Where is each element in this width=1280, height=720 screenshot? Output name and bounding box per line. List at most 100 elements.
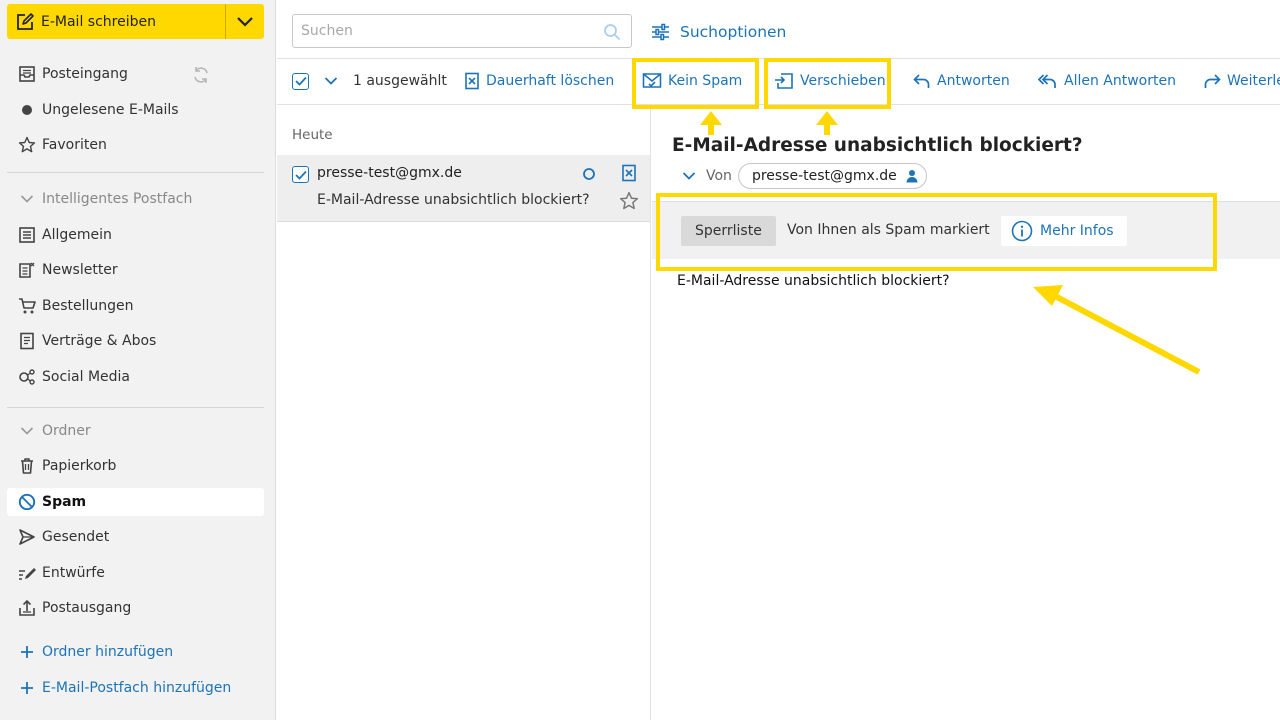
compose-button[interactable]: E-Mail schreiben: [7, 4, 225, 39]
mark-unread-icon[interactable]: [582, 167, 596, 181]
sidebar-item-label: Posteingang: [42, 66, 128, 82]
selected-count: 1 ausgewählt: [353, 73, 447, 89]
checkmark-icon: [294, 76, 307, 86]
delete-permanently-button[interactable]: Dauerhaft löschen: [464, 69, 614, 93]
chevron-down-icon: [324, 77, 338, 85]
message-sender: presse-test@gmx.de: [317, 165, 462, 181]
forward-button[interactable]: Weiterleiten: [1203, 69, 1280, 93]
section-toggle-ordner[interactable]: Ordner: [7, 417, 264, 445]
search-input[interactable]: [301, 21, 591, 41]
send-icon: [17, 527, 37, 547]
sender-row: Von presse-test@gmx.de: [682, 163, 927, 189]
sender-chip[interactable]: presse-test@gmx.de: [737, 163, 927, 189]
sidebar-item-label: Papierkorb: [42, 458, 117, 474]
list-group-heading: Heute: [292, 127, 333, 143]
sidebar: E-Mail schreiben Posteingang Ungelesene …: [0, 0, 276, 720]
refresh-icon[interactable]: [190, 64, 212, 86]
sidebar-item-ungelesen[interactable]: Ungelesene E-Mails: [7, 96, 264, 124]
sidebar-item-label: Entwürfe: [42, 565, 105, 581]
reply-all-label: Allen Antworten: [1064, 73, 1176, 89]
sidebar-divider: [7, 172, 264, 173]
chevron-down-icon: [17, 189, 37, 209]
add-mailbox-link[interactable]: E-Mail-Postfach hinzufügen: [7, 674, 264, 702]
message-body: E-Mail-Adresse unabsichtlich blockiert?: [677, 273, 950, 289]
contract-icon: [17, 331, 37, 351]
plus-icon: [17, 678, 37, 698]
sidebar-divider: [7, 407, 264, 408]
cart-icon: [17, 296, 37, 316]
person-icon: [906, 169, 918, 183]
newsletter-icon: [17, 260, 37, 280]
search-box: [292, 14, 632, 48]
add-folder-link[interactable]: Ordner hinzufügen: [7, 638, 264, 666]
sidebar-item-label: Gesendet: [42, 529, 110, 545]
add-folder-label: Ordner hinzufügen: [42, 644, 174, 660]
search-options-button[interactable]: Suchoptionen: [651, 20, 786, 44]
highlight-move: [764, 58, 891, 109]
sidebar-item-posteingang[interactable]: Posteingang: [7, 60, 264, 88]
draft-pen-icon: [17, 563, 37, 583]
message-checkbox[interactable]: [292, 166, 309, 183]
compose-icon: [15, 12, 35, 32]
list-item[interactable]: presse-test@gmx.de E-Mail-Adresse unabsi…: [277, 155, 650, 222]
chevron-down-icon: [237, 16, 253, 27]
chevron-down-icon: [682, 172, 696, 180]
reply-all-icon: [1038, 73, 1058, 89]
sidebar-item-spam[interactable]: Spam: [7, 488, 264, 516]
forward-label: Weiterleiten: [1227, 73, 1280, 89]
sidebar-item-newsletter[interactable]: Newsletter: [7, 256, 264, 284]
sidebar-item-label: Verträge & Abos: [42, 333, 157, 349]
section-label: Intelligentes Postfach: [42, 191, 193, 207]
reply-button[interactable]: Antworten: [913, 69, 1010, 93]
add-mailbox-label: E-Mail-Postfach hinzufügen: [42, 680, 232, 696]
sidebar-item-vertraege[interactable]: Verträge & Abos: [7, 327, 264, 355]
chevron-down-icon: [17, 421, 37, 441]
checkmark-icon: [294, 170, 307, 180]
trash-icon: [17, 456, 37, 476]
search-options-label: Suchoptionen: [680, 23, 787, 41]
sidebar-item-label: Newsletter: [42, 262, 118, 278]
sidebar-item-label: Bestellungen: [42, 298, 134, 314]
sidebar-item-label: Spam: [42, 494, 87, 510]
section-label: Ordner: [42, 423, 91, 439]
delete-icon[interactable]: [621, 164, 637, 182]
sidebar-item-bestellungen[interactable]: Bestellungen: [7, 292, 264, 320]
sidebar-item-label: Postausgang: [42, 600, 132, 616]
section-toggle-intelligentes-postfach[interactable]: Intelligentes Postfach: [7, 185, 264, 213]
inbox-icon: [17, 64, 37, 84]
details-toggle[interactable]: [682, 171, 696, 181]
star-icon[interactable]: [619, 191, 639, 211]
reply-all-button[interactable]: Allen Antworten: [1038, 69, 1176, 93]
spam-blocked-icon: [17, 492, 37, 512]
sidebar-item-papierkorb[interactable]: Papierkorb: [7, 452, 264, 480]
unread-dot-icon: [17, 100, 37, 120]
sidebar-item-label: Favoriten: [42, 137, 107, 153]
checkbox: [292, 72, 309, 90]
sidebar-item-social-media[interactable]: Social Media: [7, 363, 264, 391]
highlight-info-bar: [656, 193, 1217, 271]
outbox-icon: [17, 598, 37, 618]
social-icon: [17, 367, 37, 387]
search-icon[interactable]: [603, 23, 621, 41]
compose-dropdown-button[interactable]: [226, 4, 264, 39]
highlight-not-spam: [632, 58, 759, 109]
select-all-checkbox[interactable]: [292, 69, 309, 93]
sliders-icon: [651, 23, 670, 41]
sidebar-item-postausgang[interactable]: Postausgang: [7, 594, 264, 622]
sidebar-item-label: Allgemein: [42, 227, 112, 243]
compose-button-group: E-Mail schreiben: [7, 4, 264, 39]
delete-icon: [464, 72, 480, 90]
star-icon: [17, 135, 37, 155]
sidebar-item-allgemein[interactable]: Allgemein: [7, 221, 264, 249]
message-subject: E-Mail-Adresse unabsichtlich blockiert?: [317, 192, 590, 208]
sidebar-item-gesendet[interactable]: Gesendet: [7, 523, 264, 551]
sidebar-item-favoriten[interactable]: Favoriten: [7, 131, 264, 159]
compose-label: E-Mail schreiben: [41, 13, 156, 30]
message-title: E-Mail-Adresse unabsichtlich blockiert?: [672, 135, 1083, 156]
reply-label: Antworten: [937, 73, 1010, 89]
sidebar-item-label: Ungelesene E-Mails: [42, 102, 179, 118]
sidebar-item-entwuerfe[interactable]: Entwürfe: [7, 559, 264, 587]
plus-icon: [17, 642, 37, 662]
selection-dropdown[interactable]: [324, 69, 338, 93]
reply-icon: [913, 73, 931, 89]
